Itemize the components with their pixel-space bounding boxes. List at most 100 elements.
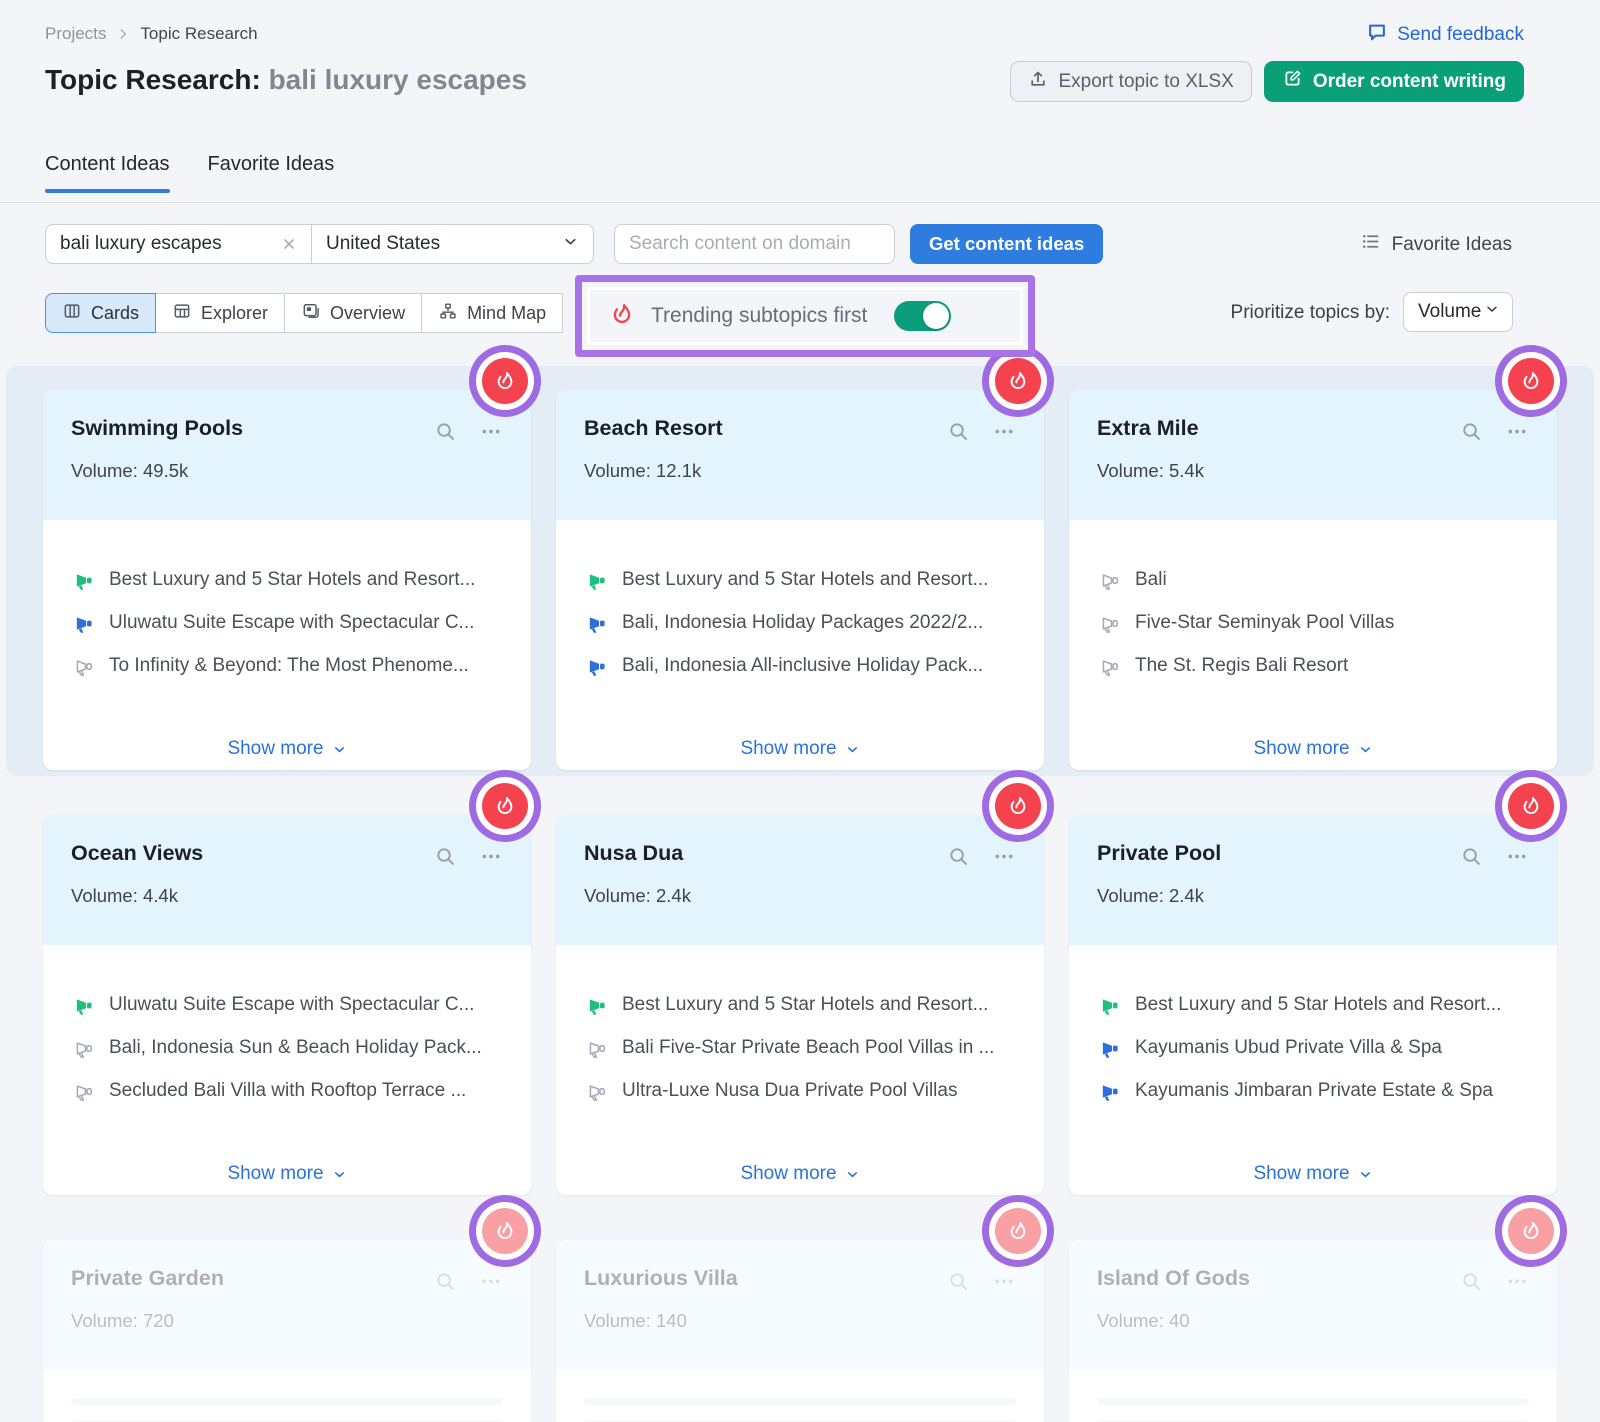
fire-icon (1508, 358, 1554, 404)
idea-item[interactable]: Kayumanis Jimbaran Private Estate & Spa (1099, 1079, 1531, 1103)
idea-text: Bali, Indonesia Sun & Beach Holiday Pack… (109, 1037, 482, 1059)
show-more-button[interactable]: Show more (740, 1163, 859, 1185)
country-select[interactable]: United States (311, 225, 593, 263)
get-content-ideas-button[interactable]: Get content ideas (910, 224, 1103, 264)
topic-card: Island Of Gods Volume: 40 (1069, 1240, 1557, 1422)
show-more-button[interactable]: Show more (1253, 738, 1372, 760)
idea-item[interactable]: Secluded Bali Villa with Rooftop Terrace… (73, 1079, 505, 1103)
favorite-ideas-link[interactable]: Favorite Ideas (1360, 231, 1512, 258)
view-overview-button[interactable]: Overview (284, 293, 422, 333)
card-more-options-icon[interactable] (1503, 843, 1531, 870)
table-view-icon (172, 301, 192, 326)
send-feedback-link[interactable]: Send feedback (1366, 21, 1524, 49)
fire-icon (995, 358, 1041, 404)
view-cards-button[interactable]: Cards (45, 293, 156, 333)
card-title: Ocean Views (71, 841, 203, 866)
idea-item[interactable]: To Infinity & Beyond: The Most Phenome..… (73, 654, 505, 678)
card-search-icon[interactable] (945, 843, 972, 870)
card-more-options-icon[interactable] (1503, 418, 1531, 445)
idea-item[interactable]: Bali Five-Star Private Beach Pool Villas… (586, 1036, 1018, 1060)
megaphone-icon (73, 569, 96, 592)
card-search-icon[interactable] (1458, 418, 1485, 445)
card-more-options-icon[interactable] (990, 843, 1018, 870)
idea-item[interactable]: Uluwatu Suite Escape with Spectacular C.… (73, 611, 505, 635)
idea-text: Bali Five-Star Private Beach Pool Villas… (622, 1037, 994, 1059)
tab-favorite-ideas[interactable]: Favorite Ideas (208, 153, 335, 193)
megaphone-icon (73, 612, 96, 635)
idea-item[interactable]: Bali, Indonesia Holiday Packages 2022/2.… (586, 611, 1018, 635)
idea-text: Best Luxury and 5 Star Hotels and Resort… (622, 994, 988, 1016)
view-mind-map-button[interactable]: Mind Map (421, 293, 563, 333)
idea-item[interactable]: Five-Star Seminyak Pool Villas (1099, 611, 1531, 635)
show-more-button[interactable]: Show more (1253, 1163, 1372, 1185)
export-xlsx-button[interactable]: Export topic to XLSX (1010, 61, 1251, 102)
card-more-options-icon[interactable] (477, 1268, 505, 1295)
clear-query-icon[interactable] (279, 234, 299, 254)
card-more-options-icon[interactable] (990, 418, 1018, 445)
idea-text: Bali, Indonesia Holiday Packages 2022/2.… (622, 612, 983, 634)
idea-item[interactable]: Bali (1099, 568, 1531, 592)
card-search-icon[interactable] (1458, 1268, 1485, 1295)
trending-fire-badge (982, 770, 1054, 842)
idea-text: Best Luxury and 5 Star Hotels and Resort… (1135, 994, 1501, 1016)
view-explorer-button[interactable]: Explorer (155, 293, 285, 333)
overview-view-icon (301, 301, 321, 326)
idea-item[interactable]: Ultra-Luxe Nusa Dua Private Pool Villas (586, 1079, 1018, 1103)
query-input[interactable]: bali luxury escapes (46, 225, 311, 263)
tabs-divider (0, 202, 1600, 203)
idea-item[interactable]: Kayumanis Ubud Private Villa & Spa (1099, 1036, 1531, 1060)
tab-content-ideas[interactable]: Content Ideas (45, 153, 170, 193)
idea-item[interactable]: Uluwatu Suite Escape with Spectacular C.… (73, 993, 505, 1017)
breadcrumb-projects[interactable]: Projects (45, 24, 106, 44)
card-title: Luxurious Villa (584, 1266, 738, 1291)
breadcrumb-topic-research: Topic Research (140, 24, 257, 44)
card-search-icon[interactable] (945, 1268, 972, 1295)
trending-fire-badge (1495, 770, 1567, 842)
megaphone-icon (1099, 569, 1122, 592)
order-content-writing-button[interactable]: Order content writing (1264, 61, 1524, 102)
fire-icon (995, 1208, 1041, 1254)
card-more-options-icon[interactable] (1503, 1268, 1531, 1295)
megaphone-icon (1099, 1080, 1122, 1103)
trending-highlight-annotation: Trending subtopics first (575, 275, 1035, 357)
chevron-down-icon (1484, 301, 1500, 323)
page-title-query: bali luxury escapes (269, 64, 527, 95)
idea-item[interactable]: Bali, Indonesia All-inclusive Holiday Pa… (586, 654, 1018, 678)
card-volume: Volume: 4.4k (71, 885, 505, 907)
show-more-button[interactable]: Show more (740, 738, 859, 760)
idea-text: The St. Regis Bali Resort (1135, 655, 1348, 677)
card-search-icon[interactable] (945, 418, 972, 445)
idea-item[interactable]: Best Luxury and 5 Star Hotels and Resort… (73, 568, 505, 592)
card-header: Beach Resort Volume: 12.1k (556, 390, 1044, 520)
card-search-icon[interactable] (1458, 843, 1485, 870)
fire-icon (995, 783, 1041, 829)
card-more-options-icon[interactable] (477, 843, 505, 870)
megaphone-icon (1099, 1037, 1122, 1060)
idea-text: Ultra-Luxe Nusa Dua Private Pool Villas (622, 1080, 957, 1102)
card-title: Extra Mile (1097, 416, 1199, 441)
card-volume: Volume: 40 (1097, 1310, 1531, 1332)
idea-item[interactable]: Best Luxury and 5 Star Hotels and Resort… (586, 568, 1018, 592)
idea-item[interactable]: Best Luxury and 5 Star Hotels and Resort… (1099, 993, 1531, 1017)
show-more-button[interactable]: Show more (227, 1163, 346, 1185)
show-more-button[interactable]: Show more (227, 738, 346, 760)
megaphone-icon (1099, 612, 1122, 635)
idea-item[interactable]: Best Luxury and 5 Star Hotels and Resort… (586, 993, 1018, 1017)
megaphone-icon (586, 1037, 609, 1060)
card-search-icon[interactable] (432, 843, 459, 870)
fire-icon (482, 1208, 528, 1254)
idea-item[interactable]: Bali, Indonesia Sun & Beach Holiday Pack… (73, 1036, 505, 1060)
megaphone-icon (73, 994, 96, 1017)
card-more-options-icon[interactable] (477, 418, 505, 445)
domain-search-input[interactable]: Search content on domain (614, 224, 895, 264)
trending-toggle-switch[interactable] (894, 301, 951, 331)
trending-fire-badge (982, 1195, 1054, 1267)
card-search-icon[interactable] (432, 418, 459, 445)
prioritize-volume-select[interactable]: Volume (1403, 292, 1513, 332)
idea-item[interactable]: The St. Regis Bali Resort (1099, 654, 1531, 678)
card-search-icon[interactable] (432, 1268, 459, 1295)
trending-toggle-label: Trending subtopics first (651, 304, 867, 328)
trending-fire-badge (469, 345, 541, 417)
card-title: Private Pool (1097, 841, 1221, 866)
card-more-options-icon[interactable] (990, 1268, 1018, 1295)
